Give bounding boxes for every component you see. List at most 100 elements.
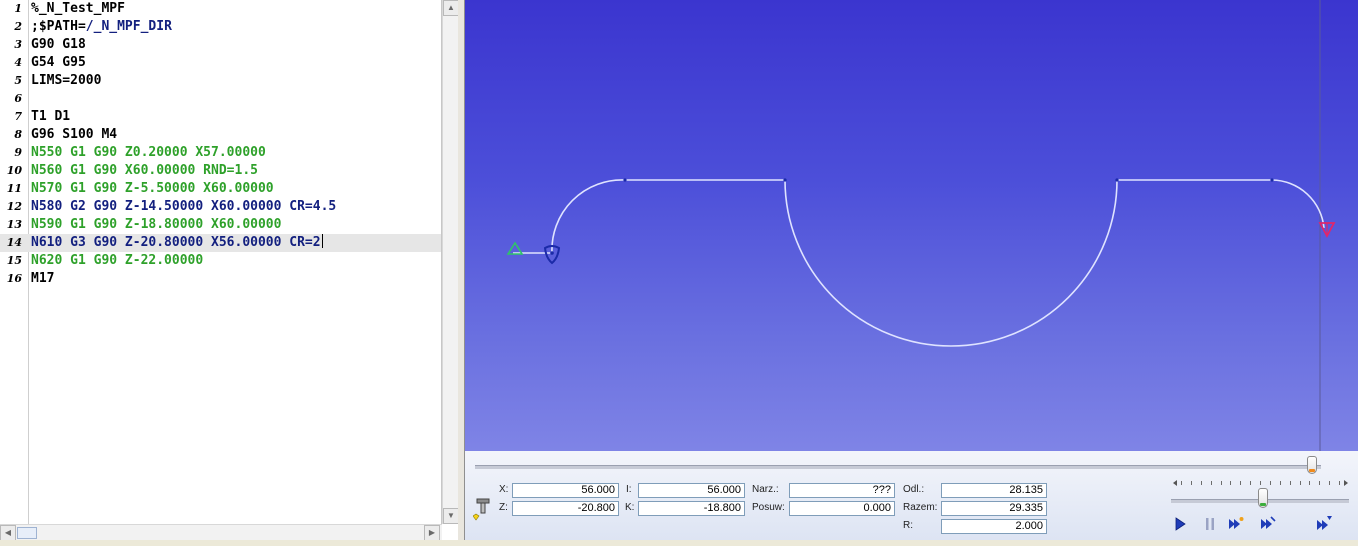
x-label: X: [499, 484, 509, 495]
vertical-scrollbar[interactable]: ▲ ▼ [442, 0, 459, 524]
code-text: T1 D1 [31, 108, 70, 126]
code-line[interactable]: 11 N570 G1 G90 Z-5.50000 X60.00000 [0, 180, 441, 198]
chevron-down-icon: ▼ [447, 511, 455, 520]
line-number: 16 [6, 272, 22, 285]
code-line[interactable]: 9 N550 G1 G90 Z0.20000 X57.00000 [0, 144, 441, 162]
code-text: N610 G3 G90 Z-20.80000 X56.00000 CR=2 [31, 234, 323, 252]
code-line-current[interactable]: 14 N610 G3 G90 Z-20.80000 X56.00000 CR=2 [0, 234, 441, 252]
code-line[interactable]: 4 G54 G95 [0, 54, 441, 72]
speed-slider-thumb[interactable] [1258, 488, 1268, 508]
code-line[interactable]: 15 N620 G1 G90 Z-22.00000 [0, 252, 441, 270]
play-icon[interactable] [1171, 515, 1189, 533]
toolpath [551, 179, 1325, 347]
code-line[interactable]: 3 G90 G18 [0, 36, 441, 54]
pane-splitter[interactable] [458, 0, 465, 546]
chevron-right-icon: ▶ [428, 528, 436, 537]
speed-tick [1181, 481, 1182, 485]
simulation-viewport[interactable] [465, 0, 1358, 451]
code-line[interactable]: 12 N580 G2 G90 Z-14.50000 X60.00000 CR=4.… [0, 198, 441, 216]
speed-increase-arrow-icon[interactable] [1342, 479, 1350, 487]
code-token: N590 G1 G90 Z-18.80000 X60.00000 [31, 217, 282, 232]
code-line[interactable]: 7 T1 D1 [0, 108, 441, 126]
speed-tick [1289, 481, 1291, 485]
fast-forward-icon[interactable] [1315, 515, 1333, 533]
k-label: K: [625, 502, 635, 513]
speed-tick [1339, 481, 1340, 485]
speed-tick [1200, 481, 1202, 485]
code-editor[interactable]: 1 %_N_Test_MPF 2 ;$PATH=/_N_MPF_DIR 3 G90 G18… [0, 0, 442, 524]
scroll-left-button[interactable]: ◀ [0, 525, 16, 541]
code-line[interactable]: 2 ;$PATH=/_N_MPF_DIR [0, 18, 441, 36]
razem-label: Razem: [903, 502, 938, 513]
code-token: N560 G1 G90 X60.00000 RND=1.5 [31, 163, 258, 178]
speed-tick [1309, 481, 1311, 485]
horizontal-scrollbar[interactable]: ◀ ▶ [0, 524, 442, 541]
code-text: %_N_Test_MPF [31, 0, 125, 18]
code-line[interactable]: 6 [0, 90, 441, 108]
code-token: M17 [31, 271, 55, 286]
code-token: LIMS=2000 [31, 73, 102, 88]
code-text: G96 S100 M4 [31, 126, 117, 144]
text-caret [321, 234, 323, 248]
code-token: G54 G95 [31, 55, 86, 70]
code-text: N570 G1 G90 Z-5.50000 X60.00000 [31, 180, 274, 198]
code-token: ;$PATH= [31, 19, 86, 34]
odl-value-field: 28.135 [941, 483, 1047, 498]
code-line[interactable]: 1 %_N_Test_MPF [0, 0, 441, 18]
code-text: N560 G1 G90 X60.00000 RND=1.5 [31, 162, 258, 180]
code-token: N570 G1 G90 Z-5.50000 X60.00000 [31, 181, 274, 196]
line-number: 10 [6, 164, 22, 177]
vertex-point [1115, 178, 1119, 182]
step-forward-icon[interactable] [1227, 515, 1245, 533]
odl-label: Odl.: [903, 484, 925, 495]
speed-tick [1319, 481, 1321, 485]
timeline-slider-track[interactable] [475, 465, 1321, 469]
posuw-label: Posuw: [752, 502, 785, 513]
i-label: I: [626, 484, 632, 495]
end-marker-icon [1318, 222, 1336, 238]
z-value-field: -20.800 [512, 501, 619, 516]
speed-tick [1279, 481, 1281, 485]
scroll-down-button[interactable]: ▼ [443, 508, 459, 524]
code-token: G96 S100 M4 [31, 127, 118, 142]
code-text: N550 G1 G90 Z0.20000 X57.00000 [31, 144, 266, 162]
scroll-right-button[interactable]: ▶ [424, 525, 440, 541]
speed-tick [1220, 481, 1222, 485]
line-number: 1 [14, 2, 22, 15]
vertex-point [783, 178, 787, 182]
code-token: N550 G1 G90 Z0.20000 X57.00000 [31, 145, 266, 160]
line-number: 3 [14, 38, 22, 51]
code-text: N590 G1 G90 Z-18.80000 X60.00000 [31, 216, 281, 234]
line-number: 9 [14, 146, 22, 159]
code-line[interactable]: 8 G96 S100 M4 [0, 126, 441, 144]
z-label: Z: [499, 502, 508, 513]
speed-tick [1190, 481, 1192, 485]
speed-tick [1240, 481, 1242, 485]
scroll-up-button[interactable]: ▲ [443, 0, 459, 16]
code-token: /_N_MPF_DIR [85, 19, 172, 34]
vertex-point [623, 178, 627, 182]
i-value-field: 56.000 [638, 483, 745, 498]
speed-tick [1210, 481, 1212, 485]
line-number: 14 [6, 236, 22, 249]
speed-decrease-arrow-icon[interactable] [1171, 479, 1179, 487]
tool-icon[interactable] [473, 496, 493, 522]
code-line[interactable]: 10 N560 G1 G90 X60.00000 RND=1.5 [0, 162, 441, 180]
code-line[interactable]: 5 LIMS=2000 [0, 72, 441, 90]
line-number: 8 [14, 128, 22, 141]
speed-tick [1260, 481, 1261, 485]
code-line[interactable]: 13 N590 G1 G90 Z-18.80000 X60.00000 [0, 216, 441, 234]
code-line[interactable]: 16 M17 [0, 270, 441, 288]
code-text: G54 G95 [31, 54, 86, 72]
x-value-field: 56.000 [512, 483, 619, 498]
code-token: N580 G2 G90 Z-14.50000 X60.00000 CR=4.5 [31, 199, 337, 214]
step-tool-icon[interactable] [1259, 515, 1277, 533]
speed-tick [1230, 481, 1232, 485]
horizontal-scroll-thumb[interactable] [17, 527, 37, 539]
timeline-slider-thumb[interactable] [1306, 456, 1317, 474]
line-number: 13 [6, 218, 22, 231]
line-number: 4 [14, 56, 22, 69]
narz-label: Narz.: [752, 484, 779, 495]
line-number: 5 [14, 74, 22, 87]
pause-icon[interactable] [1201, 515, 1219, 533]
